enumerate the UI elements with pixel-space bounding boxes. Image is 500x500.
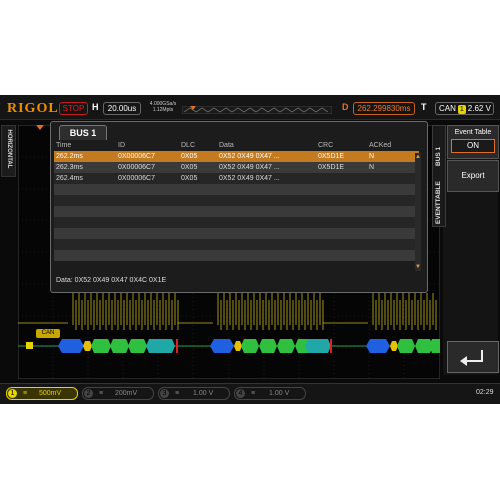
return-arrow-icon bbox=[460, 350, 483, 366]
channel-2-value: 200mV bbox=[115, 390, 138, 397]
table-scrollbar[interactable]: ▲ ▼ bbox=[415, 153, 421, 271]
timebase-value[interactable]: 20.00us bbox=[103, 102, 141, 115]
delay-label: D bbox=[342, 102, 349, 112]
coupling-icon: ≡ bbox=[23, 390, 28, 397]
horizontal-tab-label: HORIZONTAL bbox=[6, 129, 12, 169]
memory-position-strip bbox=[182, 106, 332, 114]
row-data: 0X52 0X49 0X47 ... bbox=[219, 175, 280, 182]
row-data: 0X52 0X49 0X47 ... bbox=[219, 164, 280, 171]
table-row-empty bbox=[54, 195, 419, 206]
coupling-icon: ≡ bbox=[175, 390, 180, 397]
row-id: 0X00006C7 bbox=[118, 153, 155, 160]
event-table-label: Event Table bbox=[454, 129, 492, 136]
trigger-label: T bbox=[421, 102, 427, 112]
channel-4-value: 1.00 V bbox=[269, 390, 290, 397]
table-row-empty bbox=[54, 184, 419, 195]
channel-3-value: 1.00 V bbox=[193, 390, 214, 397]
channel-2-badge: 2 bbox=[84, 389, 93, 398]
clock: 02:29 bbox=[476, 389, 494, 396]
row-acked: N bbox=[369, 153, 375, 160]
row-time: 262.3ms bbox=[56, 164, 83, 171]
event-table: Time ID DLC Data CRC ACKed 262.2ms 0X000… bbox=[54, 140, 419, 261]
row-dlc: 0X05 bbox=[181, 175, 198, 182]
scroll-down-icon[interactable]: ▼ bbox=[415, 264, 421, 270]
channel-1-scale[interactable]: 1 ≡ 500mV bbox=[6, 387, 78, 400]
scroll-up-icon[interactable]: ▲ bbox=[415, 154, 421, 160]
row-crc: 0X5D1E bbox=[318, 164, 345, 171]
table-row[interactable]: 262.2ms 0X00006C7 0X05 0X52 0X49 0X47 ..… bbox=[54, 151, 419, 162]
sample-rate-readout: 4.000GSa/s 1.12Mpts bbox=[143, 101, 183, 113]
row-dlc: 0X05 bbox=[181, 164, 198, 171]
eventtable-side-tab-label: EVENTTABLE bbox=[435, 181, 442, 224]
event-table-toggle[interactable]: Event Table ON bbox=[447, 125, 499, 159]
channel-3-scale[interactable]: 3 ≡ 1.00 V bbox=[158, 387, 230, 400]
table-row-empty bbox=[54, 250, 419, 261]
horizontal-label: H bbox=[92, 102, 99, 112]
trigger-type: CAN bbox=[439, 104, 456, 113]
event-table-state: ON bbox=[451, 139, 495, 153]
column-header-acked: ACKed bbox=[369, 142, 392, 149]
bus-panel-title[interactable]: BUS 1 bbox=[59, 125, 107, 140]
channel-2-scale[interactable]: 2 ≡ 200mV bbox=[82, 387, 154, 400]
table-header: Time ID DLC Data CRC ACKed bbox=[54, 140, 419, 151]
table-row-empty bbox=[54, 206, 419, 217]
run-stop-indicator[interactable]: STOP bbox=[59, 102, 88, 115]
row-dlc: 0X05 bbox=[181, 153, 198, 160]
channel-4-badge: 4 bbox=[236, 389, 245, 398]
column-header-id: ID bbox=[118, 142, 125, 149]
trigger-readout[interactable]: CAN 1 2.62 V bbox=[435, 102, 494, 115]
bus-side-tab[interactable]: BUS 1 EVENTTABLE bbox=[432, 125, 446, 227]
column-header-data: Data bbox=[219, 142, 234, 149]
row-time: 262.2ms bbox=[56, 153, 83, 160]
row-data: 0X52 0X49 0X47 ... bbox=[219, 153, 280, 160]
channel-1-value: 500mV bbox=[39, 390, 62, 397]
row-acked: N bbox=[369, 164, 375, 171]
horizontal-tab[interactable]: HORIZONTAL bbox=[1, 125, 16, 177]
column-header-crc: CRC bbox=[318, 142, 334, 149]
bus-event-table-panel: BUS 1 Time ID DLC Data CRC ACKed 262.2ms… bbox=[50, 121, 428, 293]
row-time: 262.4ms bbox=[56, 175, 83, 182]
row-id: 0X00006C7 bbox=[118, 175, 155, 182]
coupling-icon: ≡ bbox=[99, 390, 104, 397]
channel-4-scale[interactable]: 4 ≡ 1.00 V bbox=[234, 387, 306, 400]
selected-frame-data: Data: 0X52 0X49 0X47 0X4C 0X1E bbox=[56, 277, 167, 284]
export-button[interactable]: Export bbox=[447, 160, 499, 192]
memory-depth: 1.12Mpts bbox=[152, 107, 174, 113]
table-row[interactable]: 262.4ms 0X00006C7 0X05 0X52 0X49 0X47 ..… bbox=[54, 173, 419, 184]
channel-3-badge: 3 bbox=[160, 389, 169, 398]
can-bus-label: CAN bbox=[36, 329, 60, 338]
channel-1-badge: 1 bbox=[8, 389, 17, 398]
table-row-empty bbox=[54, 217, 419, 228]
column-header-time: Time bbox=[56, 142, 72, 149]
table-row-empty bbox=[54, 228, 419, 239]
delay-value[interactable]: 262.299830ms bbox=[353, 102, 415, 115]
trigger-level: 2.62 V bbox=[467, 104, 491, 113]
row-crc: 0X5D1E bbox=[318, 153, 345, 160]
coupling-icon: ≡ bbox=[251, 390, 256, 397]
trigger-channel-badge: 1 bbox=[457, 105, 466, 114]
table-row[interactable]: 262.3ms 0X00006C7 0X05 0X52 0X49 0X47 ..… bbox=[54, 162, 419, 173]
column-header-dlc: DLC bbox=[181, 142, 196, 149]
bus-side-tab-label: BUS 1 bbox=[435, 146, 442, 166]
brand-logo: RIGOL bbox=[7, 101, 59, 116]
row-id: 0X00006C7 bbox=[118, 164, 155, 171]
back-button[interactable] bbox=[447, 341, 499, 373]
table-row-empty bbox=[54, 239, 419, 250]
